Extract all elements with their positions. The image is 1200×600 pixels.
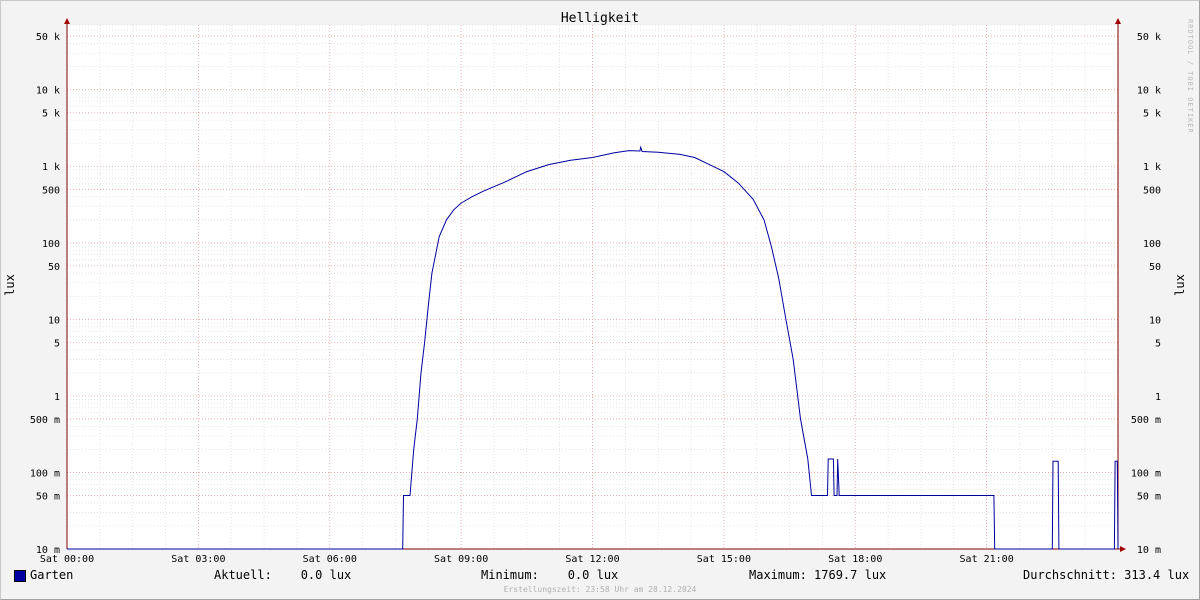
y-tick-label-right: 50 k [1137,32,1161,43]
y-axis-arrow-left [64,18,70,24]
y-tick-label-left: 5 [54,338,60,349]
y-tick-label-left: 500 [42,185,60,196]
legend-minimum: Minimum: 0.0 lux [481,568,619,582]
legend-average: Durchschnitt: 313.4 lux [1023,568,1190,582]
chart-plot: 10 m 10 m50 m 50 m100 m 100 m500 m 500 m1 15 5… [30,18,1161,565]
y-tick-label-right: 5 [1155,338,1161,349]
y-tick-label-left: 1 [54,392,60,403]
y-tick-label-left: 100 [42,239,60,250]
y-tick-label-right: 100 [1143,239,1161,250]
legend-maximum: Maximum: 1769.7 lux [749,568,887,582]
y-tick-label-left: 1 k [42,162,60,173]
legend-series-name: Garten [30,568,74,582]
x-tick-label: Sat 12:00 [565,554,619,565]
x-tick-label: Sat 21:00 [960,554,1014,565]
y-tick-label-right: 10 k [1137,86,1161,97]
y-tick-label-right: 500 m [1131,415,1161,426]
y-tick-label-right: 1 k [1143,162,1161,173]
y-tick-label-right: 1 [1155,392,1161,403]
x-axis-arrow [1120,546,1126,552]
y-tick-label-right: 10 m [1137,545,1161,556]
y-tick-label-right: 500 [1143,185,1161,196]
x-tick-label: Sat 00:00 [40,554,94,565]
y-tick-label-right: 10 [1149,315,1161,326]
x-tick-label: Sat 18:00 [828,554,882,565]
y-tick-label-left: 10 k [36,86,60,97]
y-tick-label-left: 50 m [36,491,60,502]
y-tick-label-left: 10 [48,315,60,326]
y-tick-label-left: 500 m [30,415,60,426]
y-tick-label-left: 5 k [42,109,60,120]
y-tick-label-left: 50 k [36,32,60,43]
x-tick-label: Sat 15:00 [697,554,751,565]
legend-current: Aktuell: 0.0 lux [214,568,352,582]
y-axis-arrow-right [1115,18,1121,24]
y-tick-label-right: 5 k [1143,109,1161,120]
x-tick-label: Sat 06:00 [303,554,357,565]
y-tick-label-left: 100 m [30,468,60,479]
y-tick-label-right: 50 [1149,262,1161,273]
x-tick-label: Sat 09:00 [434,554,488,565]
y-tick-label-right: 100 m [1131,468,1161,479]
y-tick-label-right: 50 m [1137,491,1161,502]
legend-swatch-garten [14,570,26,582]
creation-time: Erstellungszeit: 23:58 Uhr am 28.12.2024 [503,585,697,594]
x-tick-label: Sat 03:00 [171,554,225,565]
y-tick-label-left: 50 [48,262,60,273]
